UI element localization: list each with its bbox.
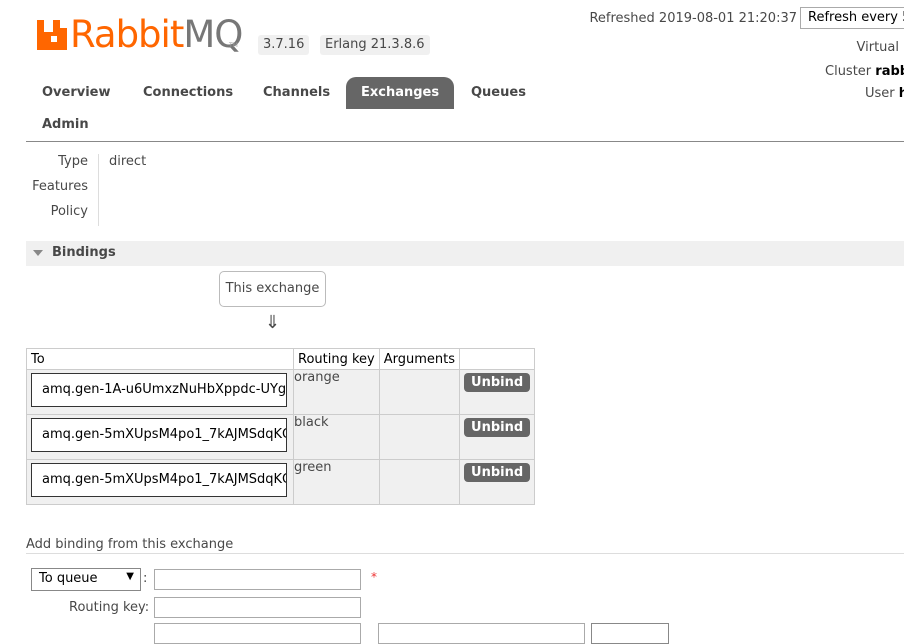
unbind-button[interactable]: Unbind: [464, 463, 531, 482]
destination-colon: :: [143, 571, 148, 586]
bindings-title: Bindings: [52, 245, 116, 260]
user-name: h: [898, 86, 904, 101]
features-label: Features: [32, 179, 88, 194]
user-label: User: [865, 86, 895, 101]
user-info: User h: [865, 86, 904, 101]
routing-key-input[interactable]: [154, 597, 361, 618]
destination-input[interactable]: [154, 569, 361, 590]
table-header-row: To Routing key Arguments: [26, 348, 536, 370]
cluster-name: rabbi: [875, 64, 904, 79]
tab-connections[interactable]: Connections: [143, 77, 233, 109]
action-cell: Unbind: [459, 414, 536, 460]
col-arguments: Arguments: [378, 348, 461, 370]
action-cell: Unbind: [459, 459, 536, 505]
policy-label: Policy: [50, 204, 88, 219]
rabbitmq-logo-icon: [37, 20, 67, 50]
tab-channels[interactable]: Channels: [263, 77, 330, 109]
table-row: amq.gen-5mXUpsM4po1_7kAJMSdqKQ black Unb…: [26, 414, 536, 460]
queue-link[interactable]: amq.gen-1A-u6UmxzNuHbXppdc-UYg: [31, 373, 287, 407]
arguments-cell: [378, 414, 461, 460]
routing-key-cell: black: [293, 414, 380, 460]
refresh-interval-select[interactable]: Refresh every 5: [800, 7, 904, 29]
unbind-button[interactable]: Unbind: [464, 418, 531, 437]
col-actions: [459, 348, 536, 370]
queue-link[interactable]: amq.gen-5mXUpsM4po1_7kAJMSdqKQ: [31, 463, 287, 497]
tab-queues[interactable]: Queues: [471, 77, 526, 109]
nav-divider: [26, 141, 904, 142]
down-arrow-icon: ⇓: [265, 312, 281, 333]
routing-key-label: Routing key:: [69, 600, 150, 615]
queue-link[interactable]: amq.gen-5mXUpsM4po1_7kAJMSdqKQ: [31, 418, 287, 452]
to-cell: amq.gen-1A-u6UmxzNuHbXppdc-UYg: [26, 369, 294, 415]
bindings-section-header[interactable]: [26, 241, 904, 266]
add-binding-title: Add binding from this exchange: [26, 537, 234, 552]
type-label: Type: [58, 154, 88, 169]
bindings-table: To Routing key Arguments amq.gen-1A-u6Um…: [26, 348, 536, 505]
table-row: amq.gen-1A-u6UmxzNuHbXppdc-UYg orange Un…: [26, 369, 536, 415]
argument-value-input[interactable]: [378, 623, 585, 644]
dropdown-caret-icon: ▼: [126, 571, 134, 582]
table-row: amq.gen-5mXUpsM4po1_7kAJMSdqKQ green Unb…: [26, 459, 536, 505]
logo-wordmark: RabbitMQ: [70, 13, 243, 56]
erlang-version-badge: Erlang 21.3.8.6: [320, 35, 430, 55]
properties-divider: [98, 154, 99, 226]
argument-type-select[interactable]: [591, 623, 669, 644]
arguments-cell: [378, 459, 461, 505]
trademark-mark: TM: [229, 42, 238, 49]
routing-key-cell: green: [293, 459, 380, 505]
tab-admin[interactable]: Admin: [42, 109, 89, 141]
virtual-host-label: Virtual: [856, 40, 899, 55]
type-value: direct: [109, 154, 147, 169]
to-cell: amq.gen-5mXUpsM4po1_7kAJMSdqKQ: [26, 414, 294, 460]
col-to: To: [26, 348, 294, 370]
unbind-button[interactable]: Unbind: [464, 373, 531, 392]
destination-type-value: To queue: [39, 571, 98, 586]
action-cell: Unbind: [459, 369, 536, 415]
add-binding-divider: [26, 553, 904, 554]
cluster-label: Cluster: [825, 64, 872, 79]
version-badge: 3.7.16: [258, 35, 310, 55]
collapse-triangle-icon[interactable]: [33, 250, 43, 256]
refreshed-timestamp: Refreshed 2019-08-01 21:20:37: [589, 11, 797, 26]
col-routing-key: Routing key: [293, 348, 380, 370]
destination-type-select[interactable]: To queue ▼: [31, 568, 141, 591]
required-marker: *: [371, 570, 377, 584]
this-exchange-box: This exchange: [219, 271, 326, 307]
tab-overview[interactable]: Overview: [42, 77, 111, 109]
arguments-cell: [378, 369, 461, 415]
routing-key-cell: orange: [293, 369, 380, 415]
cluster-info: Cluster rabbi: [825, 64, 904, 79]
to-cell: amq.gen-5mXUpsM4po1_7kAJMSdqKQ: [26, 459, 294, 505]
tab-exchanges[interactable]: Exchanges: [346, 77, 455, 109]
argument-key-input[interactable]: [154, 623, 361, 644]
